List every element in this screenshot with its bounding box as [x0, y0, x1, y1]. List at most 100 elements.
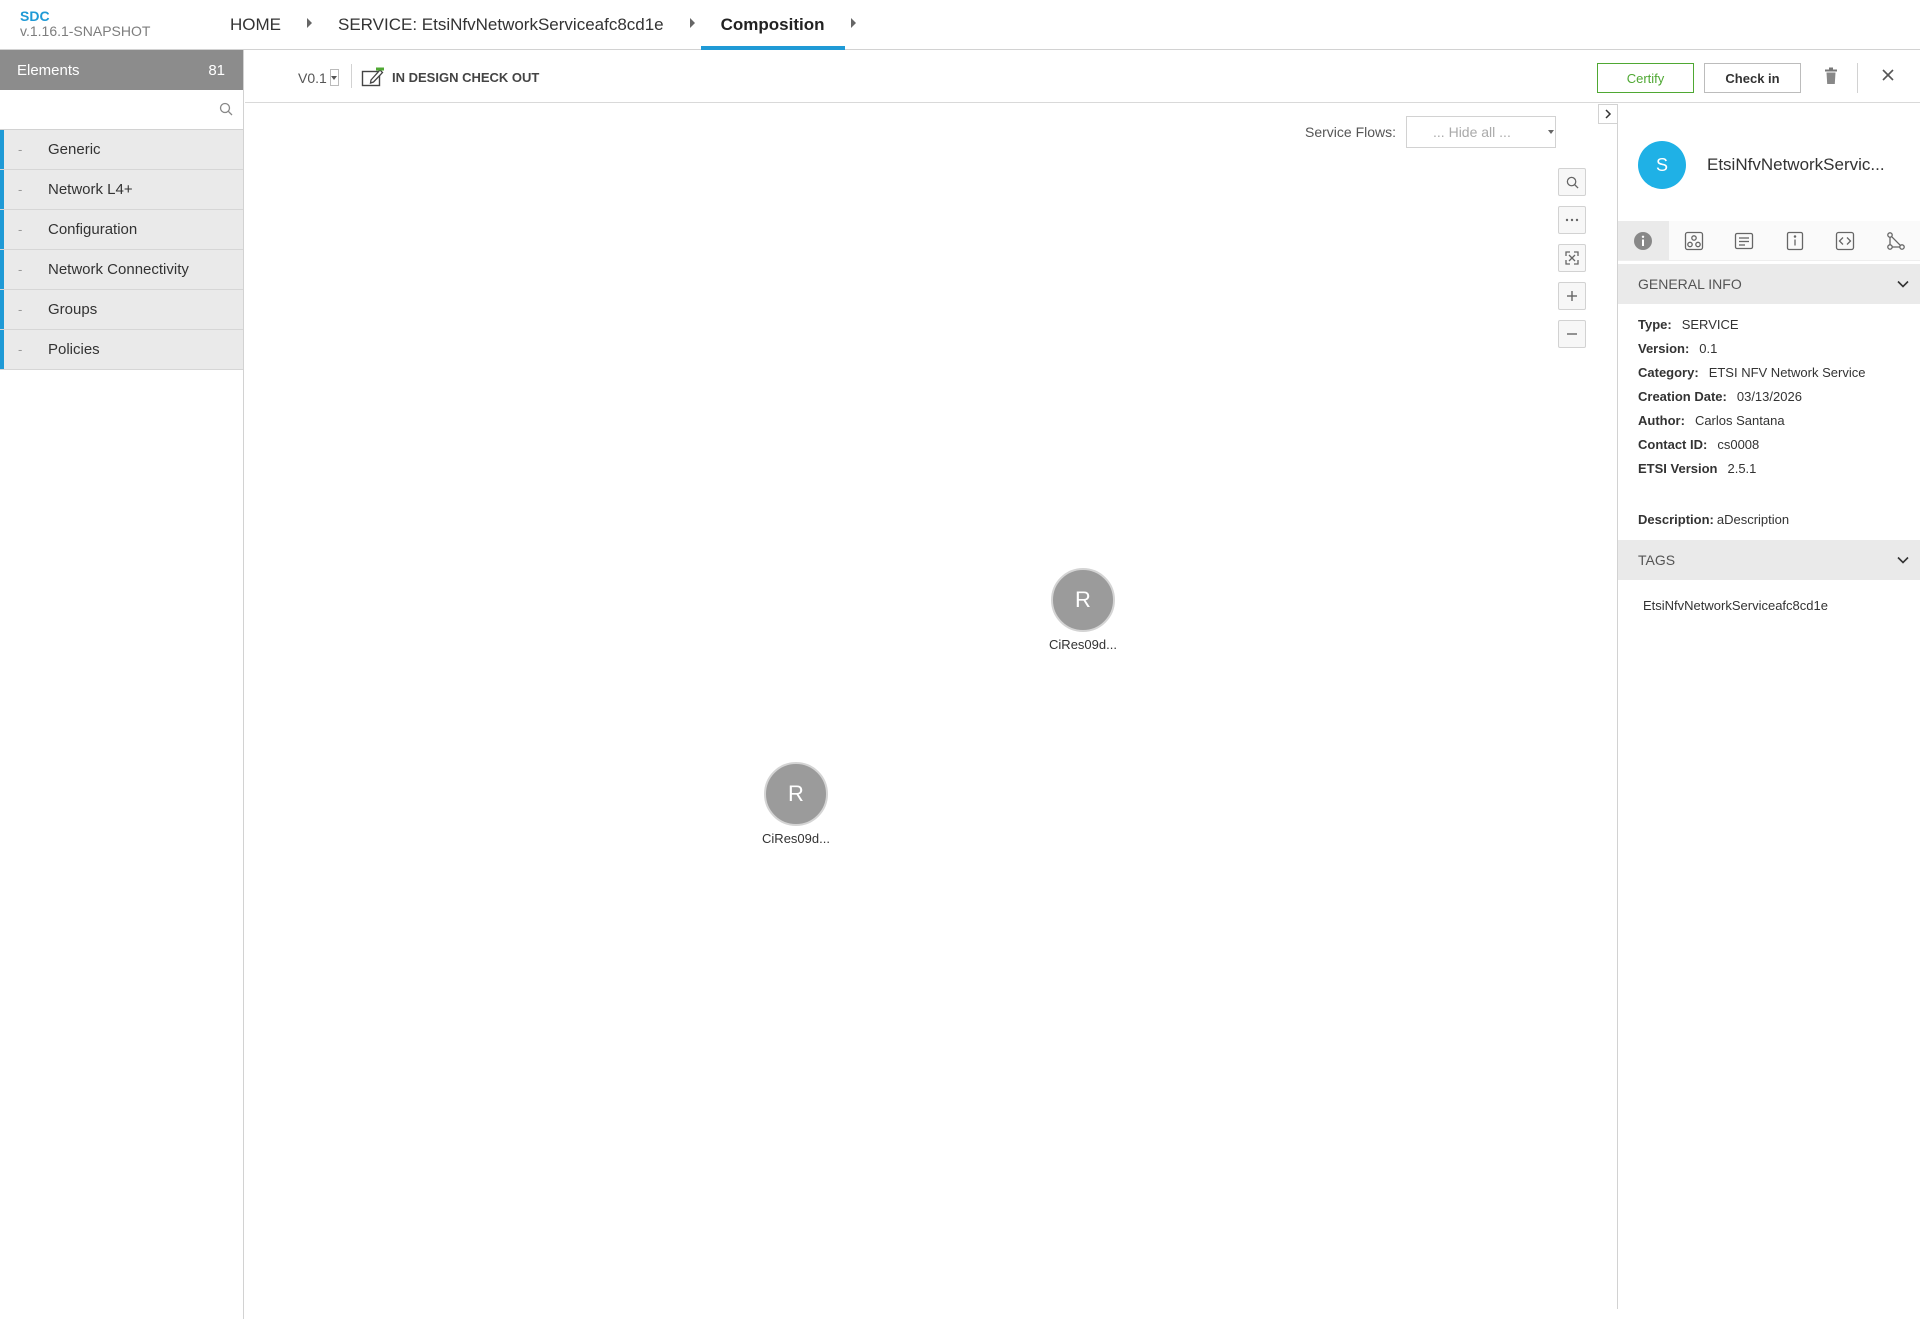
- chevron-down-icon[interactable]: [329, 69, 339, 86]
- version-value: V0.1: [298, 69, 327, 86]
- category-network-l4[interactable]: - Network L4+: [0, 170, 243, 210]
- collapse-dash: -: [18, 302, 23, 317]
- info-key: Type:: [1638, 317, 1672, 332]
- status-text: IN DESIGN CHECK OUT: [392, 69, 540, 85]
- api-icon[interactable]: [1820, 221, 1871, 261]
- zoom-out-icon[interactable]: [1558, 320, 1586, 348]
- info-value: aDescription: [1716, 512, 1790, 527]
- category-policies[interactable]: - Policies: [0, 330, 243, 370]
- category-network-connectivity[interactable]: - Network Connectivity: [0, 250, 243, 290]
- app-logo[interactable]: SDC v.1.16.1-SNAPSHOT: [20, 9, 150, 39]
- chevron-down-icon: [1897, 556, 1909, 564]
- service-flows-select[interactable]: ... Hide all ...: [1406, 116, 1557, 148]
- canvas-node[interactable]: R CiRes09d...: [1038, 568, 1128, 652]
- canvas-node[interactable]: R CiRes09d...: [751, 762, 841, 846]
- chevron-down-icon: [1548, 125, 1555, 139]
- info-row-category: Category: ETSI NFV Network Service: [1638, 361, 1865, 385]
- palette-title: Elements: [17, 61, 80, 79]
- info-value: 03/13/2026: [1736, 389, 1802, 404]
- info-key: ETSI Version: [1638, 461, 1718, 476]
- section-title: GENERAL INFO: [1638, 276, 1742, 292]
- collapse-dash: -: [18, 342, 23, 357]
- info-key: Creation Date:: [1638, 389, 1727, 404]
- relations-icon[interactable]: [1870, 221, 1920, 261]
- info-row-description: Description: aDescription: [1638, 508, 1865, 532]
- category-generic[interactable]: - Generic: [0, 130, 243, 170]
- palette-search: [0, 90, 243, 130]
- fit-to-screen-icon[interactable]: [1558, 244, 1586, 272]
- info-icon[interactable]: [1618, 221, 1669, 261]
- section-title: TAGS: [1638, 552, 1676, 568]
- general-info: Type: SERVICE Version: 0.1 Category: ETSI N…: [1638, 313, 1865, 532]
- category-groups[interactable]: - Groups: [0, 290, 243, 330]
- category-label: Network Connectivity: [48, 261, 189, 278]
- info-row-created: Creation Date: 03/13/2026: [1638, 385, 1865, 409]
- more-options-icon[interactable]: [1558, 206, 1586, 234]
- chevron-right-icon: [1605, 109, 1612, 119]
- details-panel: S EtsiNfvNetworkServic... GENERAL INFO T…: [1617, 104, 1920, 1309]
- info-key: Author:: [1638, 413, 1685, 428]
- canvas-search-icon[interactable]: [1558, 168, 1586, 196]
- info-value: Carlos Santana: [1694, 413, 1785, 428]
- info-key: Category:: [1638, 365, 1699, 380]
- information-artifacts-icon[interactable]: [1769, 221, 1820, 261]
- palette-search-input[interactable]: [0, 90, 243, 128]
- general-info-section[interactable]: GENERAL INFO: [1618, 264, 1920, 304]
- chevron-right-icon[interactable]: [689, 18, 695, 28]
- close-icon[interactable]: [1881, 68, 1895, 87]
- composition-icon[interactable]: [1668, 221, 1719, 261]
- collapse-dash: -: [18, 182, 23, 197]
- node-circle: R: [1051, 568, 1115, 632]
- breadcrumb: HOME SERVICE: EtsiNfvNetworkServiceafc8c…: [210, 0, 862, 50]
- info-key: Version:: [1638, 341, 1690, 356]
- chevron-right-icon[interactable]: [850, 18, 856, 28]
- deployment-artifacts-icon[interactable]: [1719, 221, 1770, 261]
- collapse-dash: -: [18, 262, 23, 277]
- avatar: S: [1638, 141, 1686, 189]
- service-flows-value: ... Hide all ...: [1433, 124, 1511, 140]
- info-row-author: Author: Carlos Santana: [1638, 409, 1865, 433]
- info-key: Description:: [1638, 512, 1714, 527]
- search-icon[interactable]: [219, 102, 233, 121]
- top-header: SDC v.1.16.1-SNAPSHOT HOME SERVICE: Etsi…: [0, 0, 1920, 50]
- collapse-panel-button[interactable]: [1598, 104, 1618, 124]
- info-row-type: Type: SERVICE: [1638, 313, 1865, 337]
- zoom-in-icon[interactable]: [1558, 282, 1586, 310]
- tag-list: EtsiNfvNetworkServiceafc8cd1e: [1643, 598, 1828, 613]
- lifecycle-status: IN DESIGN CHECK OUT: [361, 67, 539, 87]
- category-label: Policies: [48, 341, 100, 358]
- category-label: Network L4+: [48, 181, 133, 198]
- version-select[interactable]: V0.1: [298, 69, 339, 86]
- breadcrumb-home[interactable]: HOME: [210, 0, 301, 50]
- category-label: Configuration: [48, 221, 138, 238]
- toolbar-divider: [351, 64, 352, 88]
- canvas-zoom-tools: [1558, 168, 1586, 348]
- palette-header: Elements 81: [0, 50, 243, 90]
- certify-button[interactable]: Certify: [1597, 63, 1694, 93]
- panel-header: S EtsiNfvNetworkServic...: [1618, 104, 1920, 221]
- category-label: Groups: [48, 301, 98, 318]
- check-in-button[interactable]: Check in: [1704, 63, 1801, 93]
- composition-canvas[interactable]: Service Flows: ... Hide all ... R CiRes0…: [245, 104, 1616, 1309]
- app-brand: SDC: [20, 8, 50, 24]
- service-flows-label: Service Flows:: [1305, 124, 1397, 140]
- collapse-dash: -: [18, 222, 23, 237]
- tags-section[interactable]: TAGS: [1618, 540, 1920, 580]
- info-row-etsi-version: ETSI Version 2.5.1: [1638, 457, 1865, 481]
- info-row-contact: Contact ID: cs0008: [1638, 433, 1865, 457]
- category-configuration[interactable]: - Configuration: [0, 210, 243, 250]
- info-value: 2.5.1: [1727, 461, 1757, 476]
- collapse-dash: -: [18, 142, 23, 157]
- palette-count: 81: [208, 61, 225, 79]
- panel-title: EtsiNfvNetworkServic...: [1707, 155, 1885, 174]
- checkout-edit-icon: [361, 67, 384, 87]
- breadcrumb-service[interactable]: SERVICE: EtsiNfvNetworkServiceafc8cd1e: [318, 0, 684, 50]
- tag-item: EtsiNfvNetworkServiceafc8cd1e: [1643, 598, 1828, 613]
- breadcrumb-composition[interactable]: Composition: [700, 0, 845, 50]
- chevron-right-icon[interactable]: [307, 18, 312, 28]
- service-flows: Service Flows: ... Hide all ...: [1305, 116, 1557, 148]
- node-circle: R: [764, 762, 828, 826]
- trash-icon[interactable]: [1824, 67, 1838, 90]
- panel-tabs: [1618, 221, 1920, 261]
- workspace-toolbar: V0.1 IN DESIGN CHECK OUT Certify Check i…: [245, 50, 1920, 103]
